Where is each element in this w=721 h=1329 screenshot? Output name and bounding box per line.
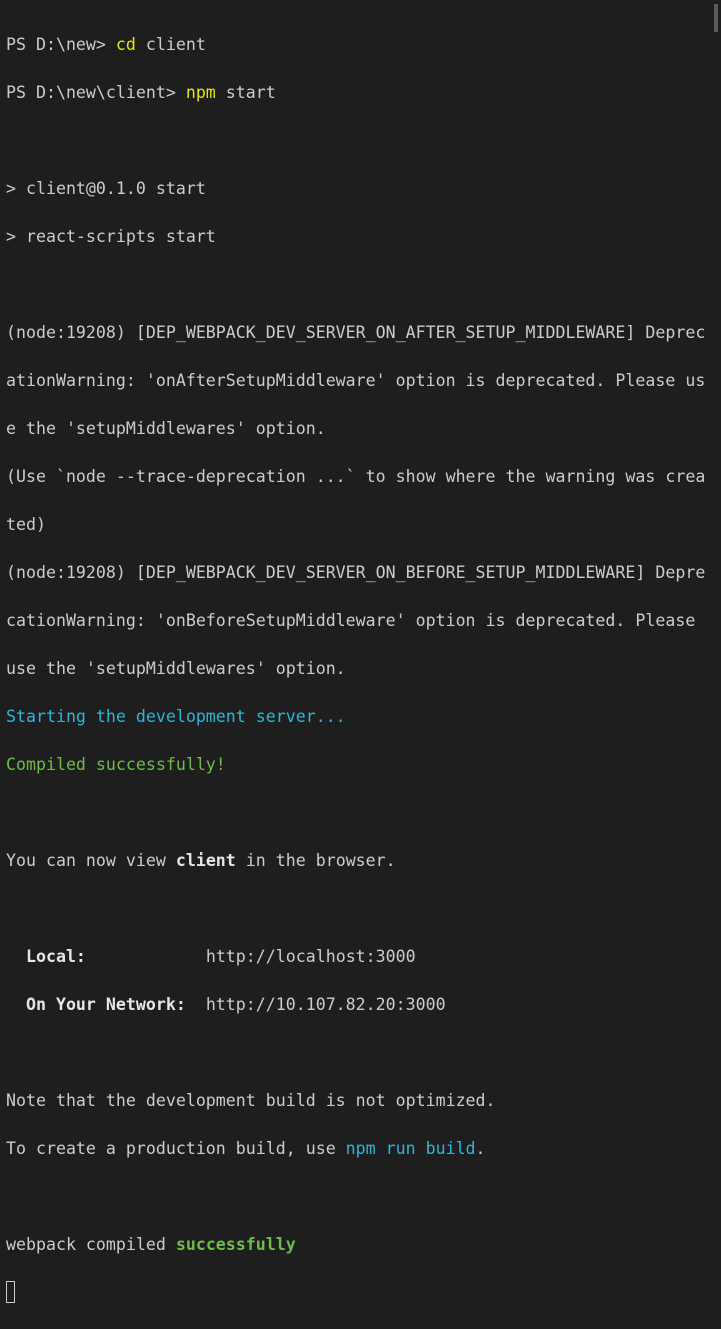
warning-line: (node:19208) [DEP_WEBPACK_DEV_SERVER_ON_… <box>6 323 706 342</box>
status-starting: Starting the development server... <box>6 707 346 726</box>
text-segment: You can now view <box>6 851 176 870</box>
terminal-line: Note that the development build is not o… <box>6 1091 496 1110</box>
terminal-cursor[interactable] <box>6 1281 15 1303</box>
success-word: successfully <box>175 1235 296 1254</box>
warning-line: e the 'setupMiddlewares' option. <box>6 419 326 438</box>
scrollbar[interactable] <box>707 0 721 674</box>
warning-line: (Use `node --trace-deprecation ...` to s… <box>6 467 706 486</box>
text-segment: . <box>475 1139 486 1158</box>
cursor-line <box>6 1281 721 1305</box>
terminal-output[interactable]: PS D:\new> cd client PS D:\new\client> n… <box>0 0 721 1303</box>
network-url-link[interactable]: http://10.107.82.20:3000 <box>206 995 446 1014</box>
text-segment: To create a production build, use <box>6 1139 346 1158</box>
text-segment: webpack compiled <box>6 1235 176 1254</box>
terminal-line: PS D:\new\client> npm start <box>6 81 721 105</box>
build-command: npm run build <box>345 1139 476 1158</box>
status-compiled: Compiled successfully! <box>6 755 226 774</box>
local-url-line: Local: http://localhost:3000 <box>6 945 721 969</box>
local-label: Local: <box>6 947 86 966</box>
app-name: client <box>175 851 236 870</box>
warning-line: ted) <box>6 515 46 534</box>
network-url-line: On Your Network: http://10.107.82.20:300… <box>6 993 721 1017</box>
terminal-line: You can now view client in the browser. <box>6 849 721 873</box>
warning-line: use the 'setupMiddlewares' option. <box>6 659 346 678</box>
terminal-line: > client@0.1.0 start <box>6 179 206 198</box>
terminal-line: webpack compiled successfully <box>6 1233 721 1257</box>
command-arg: start <box>215 83 276 102</box>
prompt: PS D:\new\client> <box>6 83 186 102</box>
warning-line: cationWarning: 'onBeforeSetupMiddleware'… <box>6 611 696 630</box>
text-segment: in the browser. <box>235 851 396 870</box>
terminal-line: > react-scripts start <box>6 227 216 246</box>
command-arg: client <box>135 35 206 54</box>
scrollbar-thumb[interactable] <box>714 4 718 32</box>
command: cd <box>115 35 136 54</box>
warning-line: ationWarning: 'onAfterSetupMiddleware' o… <box>6 371 706 390</box>
network-label: On Your Network: <box>6 995 186 1014</box>
prompt: PS D:\new> <box>6 35 116 54</box>
terminal-line: PS D:\new> cd client <box>6 33 721 57</box>
command: npm <box>185 83 216 102</box>
local-url-link[interactable]: http://localhost:3000 <box>206 947 416 966</box>
warning-line: (node:19208) [DEP_WEBPACK_DEV_SERVER_ON_… <box>6 563 706 582</box>
terminal-line: To create a production build, use npm ru… <box>6 1137 721 1161</box>
